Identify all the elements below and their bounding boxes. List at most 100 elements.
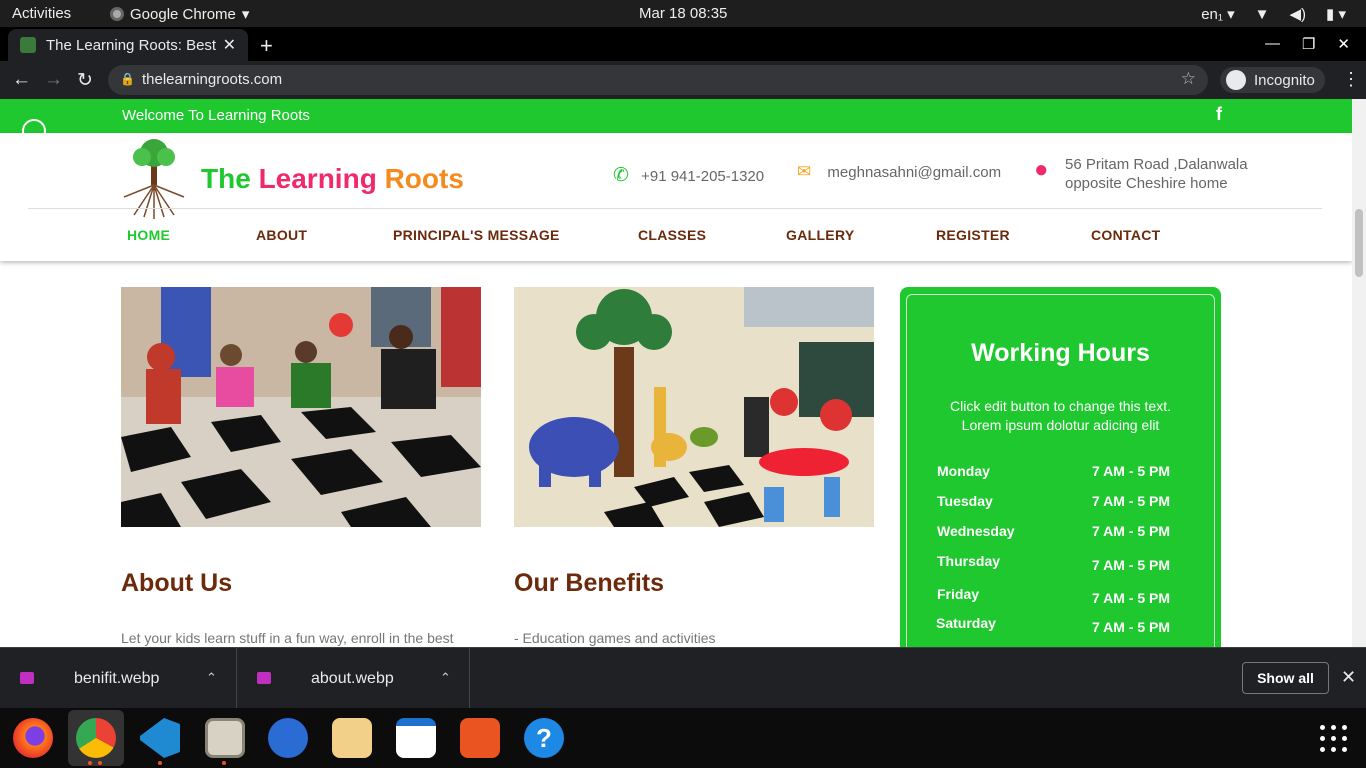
activities-button[interactable]: Activities bbox=[12, 5, 71, 22]
favicon-icon bbox=[20, 37, 36, 53]
our-benefits-text: - Education games and activities bbox=[514, 630, 716, 646]
nav-register[interactable]: REGISTER bbox=[936, 227, 1010, 243]
site-header: The Learning Roots ✆ +91 941-205-1320 ✉ … bbox=[0, 133, 1352, 261]
volume-icon: ◀) bbox=[1289, 6, 1307, 23]
phone-icon: ✆ bbox=[613, 165, 629, 186]
reload-icon[interactable]: ↻ bbox=[77, 69, 93, 92]
hours-row: Saturday 7 AM - 5 PM bbox=[936, 615, 1171, 635]
app-menu[interactable]: Google Chrome ▾ bbox=[110, 5, 249, 23]
scrollbar-thumb[interactable] bbox=[1355, 209, 1363, 277]
working-hours-description: Click edit button to change this text. L… bbox=[949, 398, 1171, 433]
hours-row: Tuesday 7 AM - 5 PM bbox=[937, 493, 1171, 509]
phone-number: +91 941-205-1320 bbox=[641, 168, 765, 185]
envelope-icon: ✉ bbox=[797, 162, 812, 181]
url-text: thelearningroots.com bbox=[142, 71, 283, 88]
about-us-heading: About Us bbox=[121, 569, 233, 597]
browser-toolbar: ← → ↻ 🔒 thelearningroots.com ☆ Incognito… bbox=[0, 61, 1366, 99]
location-pin-icon: ● bbox=[1034, 156, 1049, 183]
phone-contact[interactable]: ✆ +91 941-205-1320 bbox=[613, 164, 764, 187]
tab-strip: The Learning Roots: Best ✕ + — ❐ ✕ bbox=[0, 27, 1366, 61]
page-scrollbar[interactable] bbox=[1352, 99, 1366, 647]
our-benefits-heading: Our Benefits bbox=[514, 569, 665, 597]
header-divider bbox=[28, 208, 1322, 209]
hours-row: Friday 7 AM - 5 PM bbox=[937, 586, 1171, 606]
address: 56 Pritam Road ,Dalanwala opposite Chesh… bbox=[1065, 155, 1248, 193]
download-item[interactable]: benifit.webp ⌃ bbox=[0, 648, 237, 709]
firefox-icon[interactable] bbox=[13, 718, 53, 758]
nav-home[interactable]: HOME bbox=[127, 227, 170, 243]
download-filename: about.webp bbox=[311, 670, 394, 687]
incognito-indicator[interactable]: Incognito bbox=[1220, 67, 1325, 93]
show-all-button[interactable]: Show all bbox=[1242, 662, 1329, 694]
battery-icon: ▮ ▾ bbox=[1326, 6, 1346, 23]
running-indicator bbox=[88, 761, 92, 765]
rhythmbox-icon[interactable] bbox=[332, 718, 372, 758]
new-tab-button[interactable]: + bbox=[260, 33, 273, 59]
wifi-icon: ▼ bbox=[1254, 5, 1270, 23]
page-viewport: Welcome To Learning Roots f The Learning… bbox=[0, 99, 1352, 647]
tree-logo-icon bbox=[123, 139, 185, 219]
facebook-icon[interactable]: f bbox=[1216, 104, 1222, 125]
writer-icon[interactable] bbox=[396, 718, 436, 758]
chevron-up-icon[interactable]: ⌃ bbox=[440, 670, 451, 686]
running-indicator bbox=[222, 761, 226, 765]
incognito-label: Incognito bbox=[1254, 71, 1315, 89]
address-line-2: opposite Cheshire home bbox=[1065, 175, 1228, 192]
downloads-bar: benifit.webp ⌃ about.webp ⌃ Show all ✕ bbox=[0, 647, 1366, 709]
email-contact[interactable]: ✉ meghnasahni@gmail.com bbox=[797, 162, 1001, 182]
welcome-bar: Welcome To Learning Roots f bbox=[0, 99, 1352, 143]
image-file-icon bbox=[257, 672, 271, 684]
taskbar-dock: ? bbox=[0, 708, 1366, 768]
close-window-icon[interactable]: ✕ bbox=[1337, 35, 1350, 53]
software-center-icon[interactable] bbox=[460, 718, 500, 758]
incognito-icon bbox=[1226, 70, 1246, 90]
nav-about[interactable]: ABOUT bbox=[256, 227, 307, 243]
files-icon[interactable] bbox=[205, 718, 245, 758]
welcome-text: Welcome To Learning Roots bbox=[122, 107, 310, 124]
system-tray[interactable]: en₁ ▾ ▼ ◀) ▮ ▾ bbox=[1201, 5, 1346, 24]
nav-principals-message[interactable]: PRINCIPAL'S MESSAGE bbox=[393, 227, 560, 243]
about-photo bbox=[121, 287, 481, 527]
working-hours-title: Working Hours bbox=[971, 339, 1150, 367]
language-indicator[interactable]: en₁ ▾ bbox=[1201, 5, 1234, 23]
minimize-icon[interactable]: — bbox=[1265, 35, 1280, 53]
thunderbird-icon[interactable] bbox=[268, 718, 308, 758]
nav-gallery[interactable]: GALLERY bbox=[786, 227, 854, 243]
close-downloads-icon[interactable]: ✕ bbox=[1341, 667, 1356, 688]
back-icon[interactable]: ← bbox=[12, 69, 31, 91]
chevron-down-icon: ▾ bbox=[241, 6, 250, 23]
about-us-text: Let your kids learn stuff in a fun way, … bbox=[121, 630, 454, 646]
tab-title: The Learning Roots: Best bbox=[46, 36, 217, 54]
brand-name[interactable]: The Learning Roots bbox=[201, 163, 464, 195]
chevron-up-icon[interactable]: ⌃ bbox=[206, 670, 217, 686]
bookmark-star-icon[interactable]: ☆ bbox=[1181, 69, 1196, 89]
working-hours-card: Working Hours Click edit button to chang… bbox=[900, 287, 1221, 647]
system-top-bar: Activities Google Chrome ▾ Mar 18 08:35 … bbox=[0, 0, 1366, 27]
browser-tab[interactable]: The Learning Roots: Best ✕ bbox=[8, 29, 248, 61]
hours-row: Monday 7 AM - 5 PM bbox=[937, 463, 1171, 479]
benefits-photo bbox=[514, 287, 874, 527]
nav-classes[interactable]: CLASSES bbox=[638, 227, 706, 243]
nav-contact[interactable]: CONTACT bbox=[1091, 227, 1161, 243]
forward-icon[interactable]: → bbox=[44, 69, 63, 91]
vscode-icon[interactable] bbox=[140, 718, 180, 758]
maximize-icon[interactable]: ❐ bbox=[1302, 35, 1315, 53]
chrome-icon[interactable] bbox=[76, 718, 116, 758]
running-indicator bbox=[158, 761, 162, 765]
image-file-icon bbox=[20, 672, 34, 684]
hours-row: Thursday 7 AM - 5 PM bbox=[937, 553, 1171, 573]
app-name: Google Chrome bbox=[130, 5, 236, 23]
clock[interactable]: Mar 18 08:35 bbox=[639, 5, 727, 22]
more-menu-icon[interactable]: ⋮ bbox=[1342, 69, 1360, 90]
window-controls: — ❐ ✕ bbox=[1265, 35, 1350, 53]
hours-row: Wednesday 7 AM - 5 PM bbox=[937, 523, 1171, 539]
show-apps-icon[interactable] bbox=[1320, 725, 1348, 753]
chrome-icon bbox=[110, 7, 124, 21]
lock-icon: 🔒 bbox=[120, 72, 135, 86]
address-bar[interactable]: 🔒 thelearningroots.com ☆ bbox=[108, 65, 1208, 95]
address-line-1: 56 Pritam Road ,Dalanwala bbox=[1065, 156, 1248, 173]
download-item[interactable]: about.webp ⌃ bbox=[237, 648, 470, 709]
download-filename: benifit.webp bbox=[74, 670, 160, 687]
close-tab-icon[interactable]: ✕ bbox=[223, 35, 236, 55]
help-icon[interactable]: ? bbox=[524, 718, 564, 758]
